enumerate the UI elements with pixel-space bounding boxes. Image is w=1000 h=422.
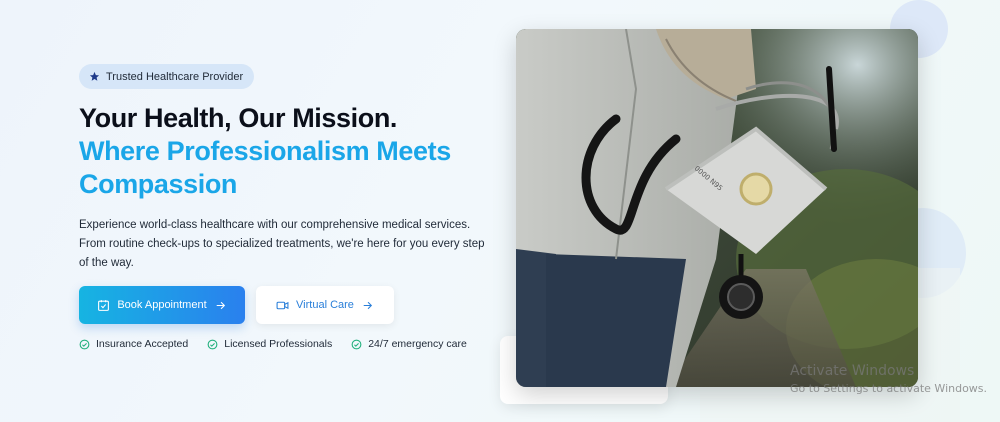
watermark-title: Activate Windows: [790, 363, 915, 379]
check-circle-icon: [79, 339, 90, 349]
hero-image-doctor-stethoscope: 0000 N95: [516, 29, 918, 387]
watermark-subtitle: Go to Settings to activate Windows.: [790, 382, 988, 395]
check-circle-icon: [351, 339, 362, 349]
arrow-right-icon: [363, 301, 372, 309]
feature-item-insurance: Insurance Accepted: [79, 338, 188, 350]
feature-label: 24/7 emergency care: [368, 338, 467, 350]
feature-label: Insurance Accepted: [96, 338, 189, 350]
check-circle-icon: [207, 339, 218, 349]
hero-description: Experience world-class healthcare with o…: [79, 219, 485, 269]
book-appointment-label: Book Appointment: [117, 299, 207, 311]
book-appointment-button[interactable]: Book Appointment: [79, 286, 245, 324]
feature-list: Insurance Accepted Licensed Professional…: [79, 338, 467, 350]
hero-title-line2b: Compassion: [79, 169, 238, 199]
feature-label: Licensed Professionals: [224, 338, 333, 350]
star-icon: [89, 71, 100, 81]
windows-activation-watermark: Activate Windows Go to Settings to activ…: [790, 363, 987, 395]
hero-title-line2a: Where Professionalism Meets: [79, 136, 451, 166]
feature-item-licensed: Licensed Professionals: [207, 338, 332, 350]
feature-item-emergency: 24/7 emergency care: [351, 338, 467, 350]
hero-title: Your Health, Our Mission. Where Professi…: [79, 102, 519, 201]
badge-label: Trusted Healthcare Provider: [106, 70, 244, 83]
video-icon: [276, 301, 289, 309]
virtual-care-button[interactable]: Virtual Care: [256, 286, 394, 324]
virtual-care-label: Virtual Care: [296, 299, 354, 311]
trusted-provider-badge: Trusted Healthcare Provider: [79, 64, 255, 89]
hero-title-line1: Your Health, Our Mission.: [79, 103, 398, 133]
calendar-check-icon: [98, 299, 110, 311]
arrow-right-icon: [216, 301, 225, 309]
